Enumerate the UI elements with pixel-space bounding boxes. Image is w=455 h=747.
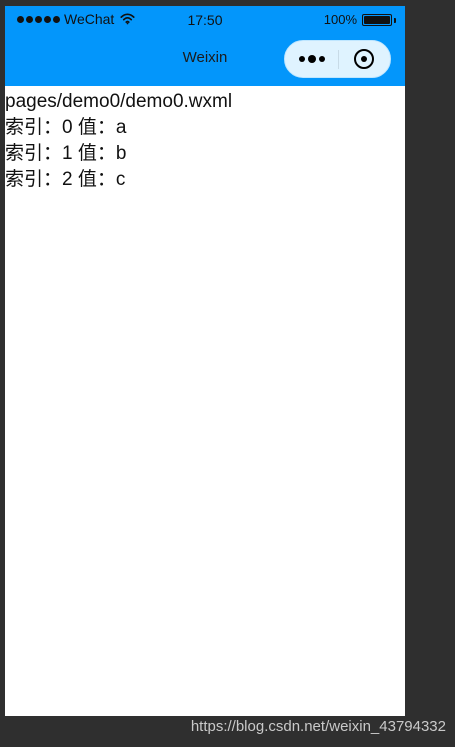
menu-dot <box>307 55 316 63</box>
list-item: 索引：1 值：b <box>5 143 127 164</box>
watermark: https://blog.csdn.net/weixin_43794332 <box>190 718 446 735</box>
phone-screen: WeChat 17:50 100% Weixin pages/demo0/dem… <box>5 6 405 716</box>
more-button[interactable] <box>285 41 338 77</box>
battery-cap <box>394 17 396 23</box>
more-dots-icon <box>298 55 325 63</box>
close-button[interactable] <box>337 41 390 77</box>
battery-percent: 100% <box>323 12 357 27</box>
capsule-button-group <box>284 40 391 78</box>
file-path: pages/demo0/demo0.wxml <box>5 91 233 112</box>
status-right: 100% <box>324 12 396 28</box>
target-icon <box>353 49 374 69</box>
menu-dot <box>298 56 305 62</box>
list-item: 索引：2 值：c <box>5 169 126 190</box>
battery-icon <box>362 14 392 26</box>
status-bar: WeChat 17:50 100% <box>5 6 405 34</box>
content-area: pages/demo0/demo0.wxml 索引：0 值：a 索引：1 值：b… <box>5 86 405 193</box>
menu-dot <box>318 56 325 62</box>
list-item: 索引：0 值：a <box>5 117 127 138</box>
battery-fill <box>364 16 390 24</box>
navigation-bar: Weixin <box>5 34 405 86</box>
